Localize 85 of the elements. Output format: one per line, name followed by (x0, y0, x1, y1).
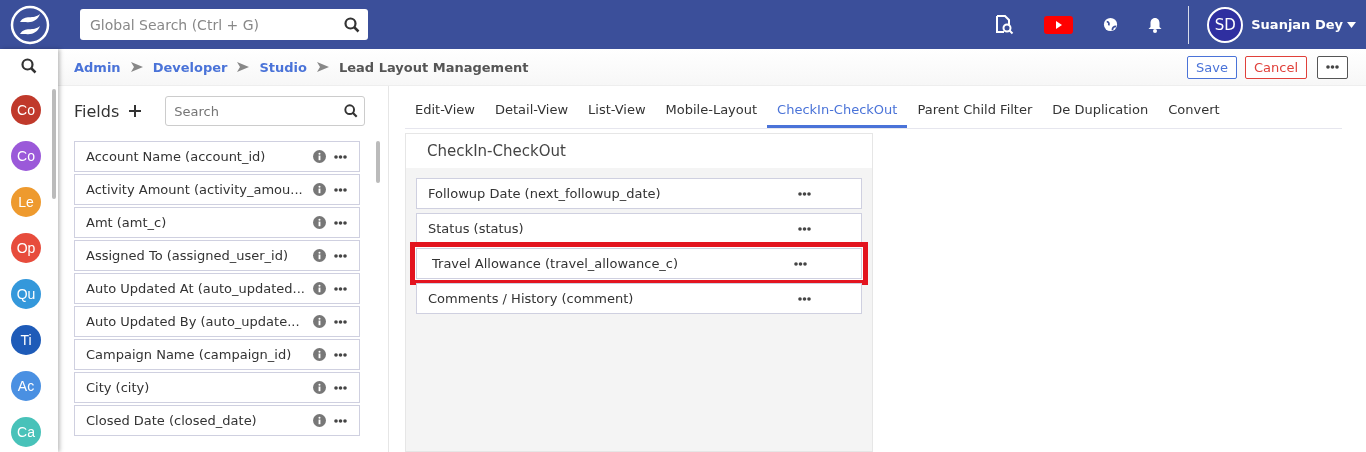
breadcrumb-current: Lead Layout Management (339, 59, 529, 75)
add-icon[interactable] (129, 105, 142, 117)
global-search-box[interactable]: Global Search (Ctrl + G) (80, 9, 368, 40)
info-icon[interactable] (313, 414, 326, 427)
info-icon[interactable] (313, 183, 326, 196)
notification-bell-icon[interactable] (1148, 16, 1163, 33)
field-item[interactable]: Closed Date (closed_date) (74, 405, 360, 436)
more-icon[interactable] (334, 352, 347, 357)
field-label: Auto Updated By (auto_update... (86, 314, 301, 329)
more-icon[interactable] (334, 187, 347, 192)
chevron-icon (237, 62, 250, 72)
module-avatar[interactable]: Op (11, 233, 41, 263)
info-icon[interactable] (313, 381, 326, 394)
document-search-icon[interactable] (994, 14, 1015, 35)
user-avatar[interactable]: SD (1207, 6, 1244, 43)
field-label: Amt (amt_c) (86, 215, 168, 230)
field-item[interactable]: City (city) (74, 372, 360, 403)
more-icon[interactable] (794, 261, 807, 266)
video-play-icon[interactable] (1044, 15, 1074, 34)
more-icon[interactable] (798, 191, 811, 196)
field-item[interactable]: Auto Updated At (auto_updated... (74, 273, 360, 304)
more-icon[interactable] (334, 154, 347, 159)
globe-icon[interactable] (1103, 17, 1119, 32)
field-label: Campaign Name (campaign_id) (86, 347, 293, 362)
panel-title: CheckIn-CheckOut (406, 134, 872, 168)
fields-title: Fields (74, 101, 120, 121)
tab[interactable]: Parent Child Filter (907, 102, 1043, 128)
info-icon[interactable] (313, 315, 326, 328)
more-button[interactable] (1317, 55, 1348, 79)
info-icon[interactable] (313, 249, 326, 262)
more-icon[interactable] (334, 286, 347, 291)
breadcrumb-link[interactable]: Developer (152, 59, 228, 75)
tab[interactable]: List-View (578, 102, 656, 128)
breadcrumb-link[interactable]: Admin (74, 59, 121, 75)
info-icon[interactable] (313, 282, 326, 295)
caret-icon (1347, 21, 1356, 28)
field-label: Account Name (account_id) (86, 149, 267, 164)
field-label: Auto Updated At (auto_updated... (86, 281, 305, 296)
search-icon[interactable] (21, 58, 37, 74)
field-label: Activity Amount (activity_amou... (86, 182, 304, 197)
tab[interactable]: Detail-View (484, 102, 579, 128)
field-item[interactable]: Campaign Name (campaign_id) (74, 339, 360, 370)
field-search-box[interactable]: Search (165, 96, 366, 126)
module-avatar[interactable]: Co (11, 141, 41, 171)
breadcrumb-link[interactable]: Studio (259, 59, 307, 75)
search-icon (344, 16, 360, 33)
save-button[interactable]: Save (1187, 55, 1237, 79)
field-item[interactable]: Amt (amt_c) (74, 207, 360, 238)
module-avatar[interactable]: Ti (11, 325, 41, 355)
field-item[interactable]: Account Name (account_id) (74, 141, 360, 172)
layout-field-item[interactable]: Status (status) (416, 213, 862, 244)
chevron-icon (317, 62, 329, 72)
user-menu[interactable]: Suanjan Dey (1251, 17, 1356, 32)
more-icon[interactable] (334, 319, 347, 324)
tab[interactable]: Mobile-Layout (655, 102, 768, 128)
module-avatar[interactable]: Co (11, 95, 41, 125)
field-item[interactable]: Activity Amount (activity_amou... (74, 174, 360, 205)
more-icon[interactable] (334, 220, 347, 225)
app-logo-icon[interactable] (10, 4, 50, 45)
cancel-button[interactable]: Cancel (1244, 55, 1307, 79)
scrollbar[interactable] (52, 89, 56, 199)
scrollbar[interactable] (376, 141, 380, 183)
tab[interactable]: Edit-View (405, 102, 485, 128)
search-icon (344, 104, 359, 118)
info-icon[interactable] (313, 348, 326, 361)
tab[interactable]: CheckIn-CheckOut (767, 102, 908, 128)
chevron-icon (130, 62, 143, 72)
field-label: City (city) (86, 380, 151, 395)
field-item[interactable]: Auto Updated By (auto_update... (74, 306, 360, 337)
layout-field-item[interactable]: Followup Date (next_followup_date) (416, 178, 862, 209)
layout-field-item[interactable]: Travel Allowance (travel_allowance_c) (410, 242, 868, 285)
more-icon[interactable] (334, 253, 347, 258)
more-icon[interactable] (334, 385, 347, 390)
field-item[interactable]: Assigned To (assigned_user_id) (74, 240, 360, 271)
field-label: Assigned To (assigned_user_id) (86, 248, 289, 263)
tab[interactable]: De Duplication (1042, 102, 1159, 128)
more-icon[interactable] (334, 418, 347, 423)
more-icon[interactable] (798, 226, 811, 231)
layout-field-item[interactable]: Comments / History (comment) (416, 283, 862, 314)
tab[interactable]: Convert (1158, 102, 1230, 128)
info-icon[interactable] (313, 216, 326, 229)
more-icon[interactable] (798, 296, 811, 301)
field-label: Closed Date (closed_date) (86, 413, 258, 428)
more-icon (1326, 65, 1339, 69)
info-icon[interactable] (313, 150, 326, 163)
